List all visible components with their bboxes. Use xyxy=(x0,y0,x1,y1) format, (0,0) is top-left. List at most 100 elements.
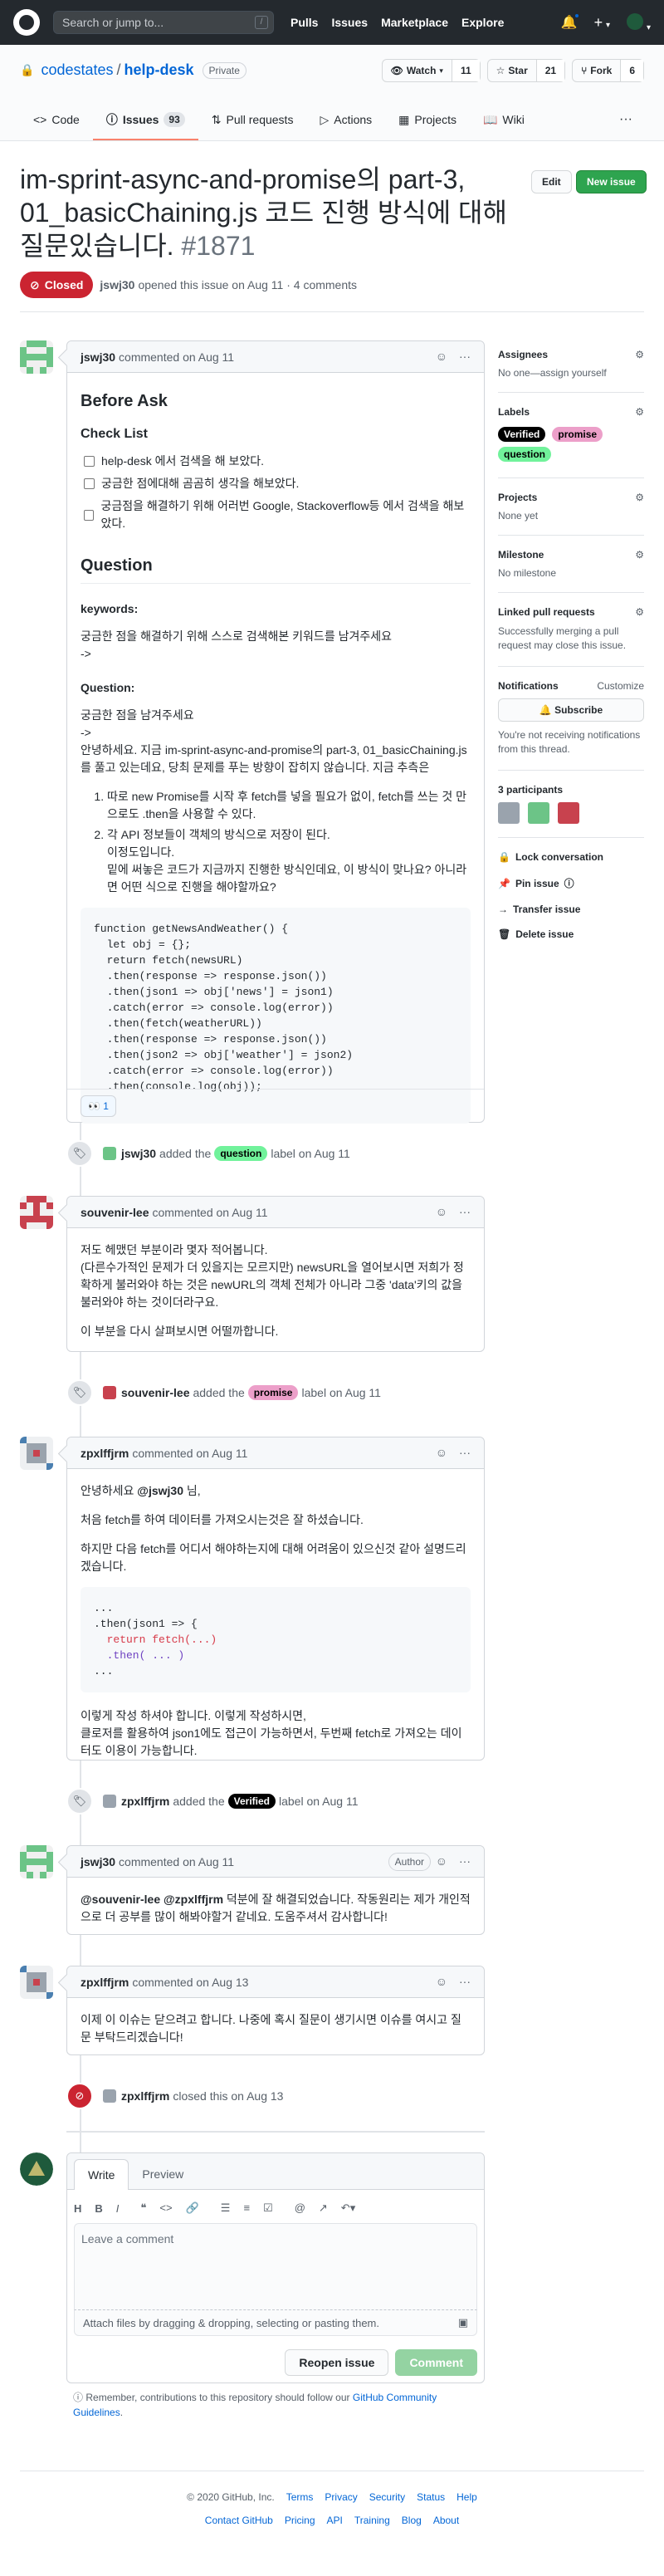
comment-author[interactable]: jswj30 xyxy=(81,1855,115,1868)
event-actor[interactable]: zpxlffjrm xyxy=(121,2089,169,2103)
more-tabs-icon[interactable]: ··· xyxy=(619,112,632,127)
label-question[interactable]: question xyxy=(498,447,551,462)
kebab-icon[interactable]: ··· xyxy=(459,1854,471,1868)
footer-link-blog[interactable]: Blog xyxy=(402,2515,422,2526)
unordered-list-icon[interactable]: ☰ xyxy=(221,2201,231,2215)
smiley-icon[interactable]: ☺ xyxy=(436,1854,447,1868)
fork-count[interactable]: 6 xyxy=(620,60,643,81)
tab-actions[interactable]: ▷ Actions xyxy=(306,100,385,140)
mention-link[interactable]: @jswj30 xyxy=(137,1484,183,1497)
comment-author[interactable]: jswj30 xyxy=(81,350,115,364)
checkbox[interactable] xyxy=(84,478,95,489)
footer-link-contact[interactable]: Contact GitHub xyxy=(205,2515,273,2526)
comment-author[interactable]: zpxlffjrm xyxy=(81,1447,129,1460)
reply-icon[interactable]: ↶▾ xyxy=(341,2201,355,2215)
event-actor[interactable]: jswj30 xyxy=(121,1147,156,1160)
nav-explore[interactable]: Explore xyxy=(461,16,504,29)
footer-link-api[interactable]: API xyxy=(327,2515,343,2526)
assignees-value[interactable]: No one—assign yourself xyxy=(498,367,644,379)
tab-code[interactable]: <> Code xyxy=(20,100,93,140)
gear-icon[interactable]: ⚙ xyxy=(635,549,644,561)
new-issue-button[interactable]: New issue xyxy=(576,170,647,193)
footer-link-about[interactable]: About xyxy=(433,2515,459,2526)
footer-link-terms[interactable]: Terms xyxy=(286,2491,314,2503)
gear-icon[interactable]: ⚙ xyxy=(635,406,644,418)
comment-author[interactable]: souvenir-lee xyxy=(81,1206,149,1219)
avatar-souvenir-lee[interactable] xyxy=(20,1196,53,1229)
gear-icon[interactable]: ⚙ xyxy=(635,492,644,503)
linked-prs-header[interactable]: Linked pull requests ⚙ xyxy=(498,606,644,618)
star-count[interactable]: 21 xyxy=(535,60,565,81)
comment-author[interactable]: zpxlffjrm xyxy=(81,1976,129,1989)
label-verified[interactable]: Verified xyxy=(498,427,546,442)
comment-textarea[interactable]: Leave a comment xyxy=(74,2223,477,2309)
search-input[interactable]: Search or jump to... / xyxy=(53,11,274,34)
repo-owner-link[interactable]: codestates xyxy=(41,61,113,79)
bold-icon[interactable]: B xyxy=(95,2202,102,2215)
customize-link[interactable]: Customize xyxy=(597,680,644,692)
avatar-zpxlffjrm[interactable] xyxy=(20,1437,53,1470)
tab-projects[interactable]: ▦ Projects xyxy=(385,100,470,140)
markdown-icon[interactable]: ▣ xyxy=(458,2316,468,2329)
star-button[interactable]: ☆ Star 21 xyxy=(486,59,566,82)
labels-header[interactable]: Labels ⚙ xyxy=(498,406,644,418)
mention-link[interactable]: @souvenir-lee xyxy=(81,1893,160,1906)
smiley-icon[interactable]: ☺ xyxy=(436,350,447,363)
checkbox[interactable] xyxy=(84,456,95,467)
ordered-list-icon[interactable]: ≡ xyxy=(243,2201,250,2215)
projects-header[interactable]: Projects ⚙ xyxy=(498,492,644,503)
watch-count[interactable]: 11 xyxy=(451,60,480,81)
pin-issue-action[interactable]: 📌 Pin issue ⓘ xyxy=(498,876,644,890)
footer-link-pricing[interactable]: Pricing xyxy=(285,2515,315,2526)
label-verified[interactable]: Verified xyxy=(227,1794,276,1809)
nav-issues[interactable]: Issues xyxy=(331,16,368,29)
assignees-header[interactable]: Assignees ⚙ xyxy=(498,349,644,360)
reopen-issue-button[interactable]: Reopen issue xyxy=(285,2349,389,2376)
kebab-icon[interactable]: ··· xyxy=(459,1975,471,1988)
participant-avatar[interactable] xyxy=(528,802,549,824)
heading-icon[interactable]: H xyxy=(74,2202,81,2215)
task-list-icon[interactable]: ☑ xyxy=(263,2201,273,2215)
cross-reference-icon[interactable]: ↗ xyxy=(319,2201,328,2215)
footer-link-status[interactable]: Status xyxy=(417,2491,445,2503)
avatar-jswj30[interactable] xyxy=(20,340,53,374)
participant-avatar[interactable] xyxy=(498,802,520,824)
italic-icon[interactable]: I xyxy=(116,2202,120,2215)
footer-link-privacy[interactable]: Privacy xyxy=(325,2491,357,2503)
footer-link-help[interactable]: Help xyxy=(456,2491,477,2503)
issue-author-link[interactable]: jswj30 xyxy=(100,278,134,291)
label-question[interactable]: question xyxy=(214,1146,268,1161)
kebab-icon[interactable]: ··· xyxy=(459,350,471,363)
current-user-avatar[interactable] xyxy=(20,2152,53,2186)
github-logo-icon[interactable] xyxy=(13,9,40,36)
fork-button[interactable]: ⑂ Fork 6 xyxy=(572,59,644,82)
attach-files-area[interactable]: Attach files by dragging & dropping, sel… xyxy=(74,2309,477,2336)
tab-preview[interactable]: Preview xyxy=(129,2159,197,2189)
label-promise[interactable]: promise xyxy=(247,1385,299,1400)
tab-pull-requests[interactable]: ⇅ Pull requests xyxy=(198,100,307,140)
comment-button[interactable]: Comment xyxy=(395,2349,477,2376)
tab-issues[interactable]: ⓘ Issues 93 xyxy=(92,100,198,140)
reaction-eyes[interactable]: 👀 1 xyxy=(81,1095,116,1117)
tab-wiki[interactable]: 📖 Wiki xyxy=(470,100,538,140)
footer-link-security[interactable]: Security xyxy=(369,2491,405,2503)
kebab-icon[interactable]: ··· xyxy=(459,1205,471,1218)
watch-button[interactable]: 👁 Watch ▾ 11 xyxy=(381,59,481,82)
event-actor[interactable]: souvenir-lee xyxy=(121,1386,189,1399)
lock-conversation-action[interactable]: 🔒 Lock conversation xyxy=(498,851,644,863)
nav-pulls[interactable]: Pulls xyxy=(290,16,318,29)
kebab-icon[interactable]: ··· xyxy=(459,1446,471,1459)
gear-icon[interactable]: ⚙ xyxy=(635,606,644,618)
code-icon[interactable]: <> xyxy=(159,2201,172,2215)
transfer-issue-action[interactable]: → Transfer issue xyxy=(498,904,644,915)
edit-title-button[interactable]: Edit xyxy=(531,170,572,193)
avatar-zpxlffjrm[interactable] xyxy=(20,1966,53,1999)
avatar-jswj30[interactable] xyxy=(20,1845,53,1878)
gear-icon[interactable]: ⚙ xyxy=(635,349,644,360)
notifications-bell-icon[interactable]: 🔔 xyxy=(561,12,580,31)
link-icon[interactable]: 🔗 xyxy=(186,2201,199,2215)
mention-icon[interactable]: @ xyxy=(295,2201,305,2215)
participant-avatar[interactable] xyxy=(558,802,579,824)
event-actor[interactable]: zpxlffjrm xyxy=(121,1795,169,1808)
nav-marketplace[interactable]: Marketplace xyxy=(381,16,448,29)
